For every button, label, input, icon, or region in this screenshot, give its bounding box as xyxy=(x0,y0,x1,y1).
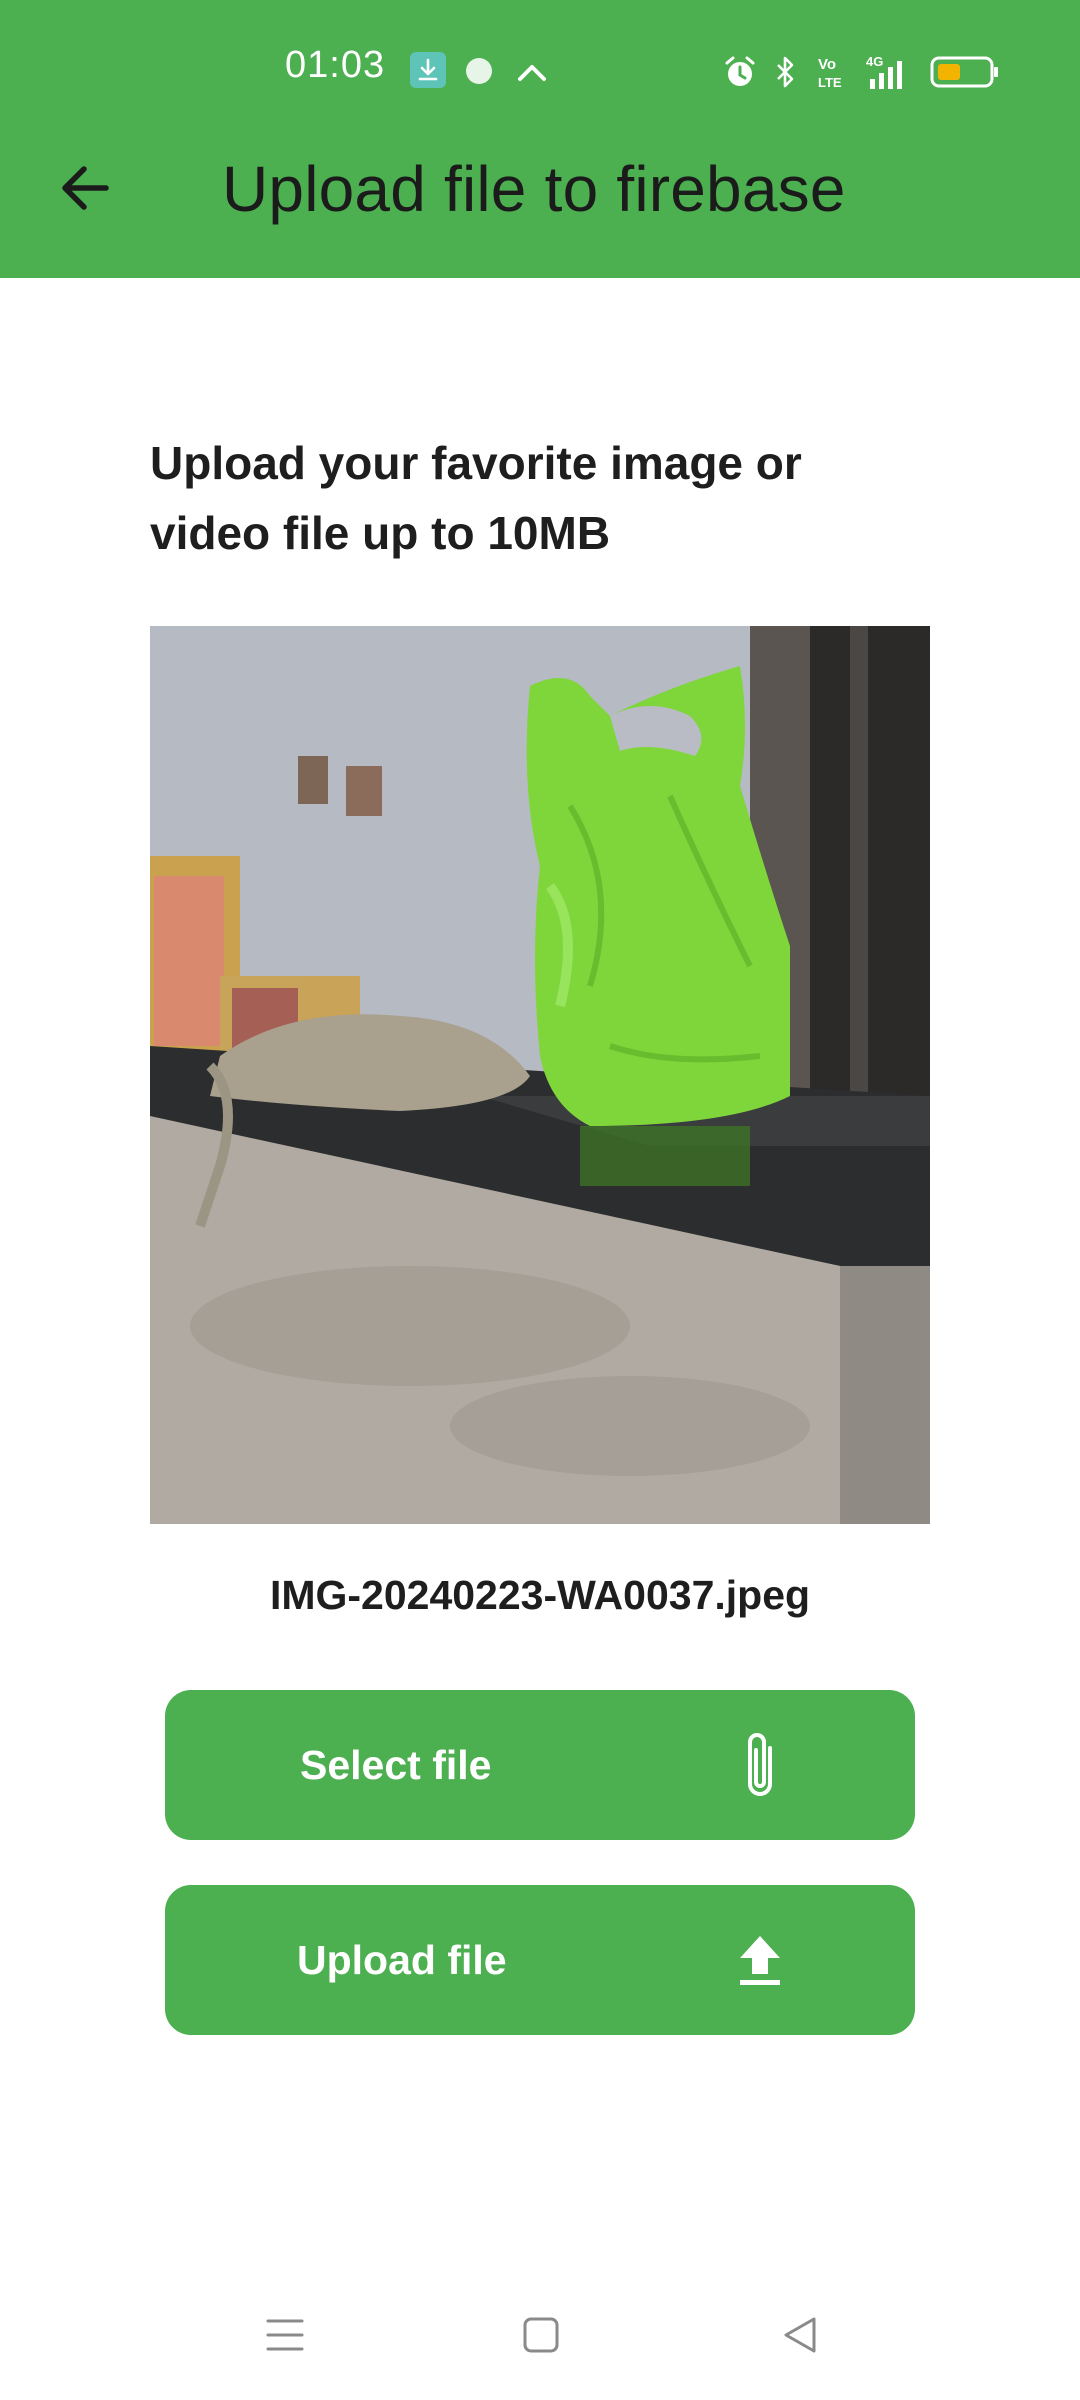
page-title: Upload file to firebase xyxy=(222,153,846,225)
select-file-label: Select file xyxy=(300,1741,492,1788)
upload-file-label: Upload file xyxy=(297,1936,507,1983)
system-navigation-bar xyxy=(0,2270,1080,2400)
app-notification-icon xyxy=(466,58,492,84)
home-icon[interactable] xyxy=(506,2300,576,2370)
back-button[interactable] xyxy=(46,152,122,228)
upload-icon xyxy=(735,1925,785,1995)
selected-file-name: IMG-20240223-WA0037.jpeg xyxy=(269,1572,811,1618)
arrow-back-icon xyxy=(58,164,110,217)
image-preview xyxy=(150,626,930,1524)
upload-instructions: Upload your favorite image or video file… xyxy=(150,437,802,559)
app-header: 01:03 Vo LTE 4G Upload file to firebase xyxy=(0,0,1080,278)
volte-icon: Vo LTE xyxy=(815,52,851,92)
back-triangle-icon[interactable] xyxy=(765,2300,835,2370)
battery-icon xyxy=(930,52,1000,92)
status-time: 01:03 xyxy=(285,44,386,86)
chevron-up-icon xyxy=(514,52,550,92)
download-icon xyxy=(410,52,446,88)
svg-text:4G: 4G xyxy=(866,54,883,69)
paperclip-icon xyxy=(735,1730,785,1800)
signal-4g-icon: 4G xyxy=(866,52,914,92)
select-file-button[interactable]: Select file xyxy=(165,1690,915,1840)
menu-icon[interactable] xyxy=(250,2300,320,2370)
status-bar: 01:03 Vo LTE 4G xyxy=(0,0,1080,142)
bluetooth-icon xyxy=(770,52,800,92)
svg-text:Vo: Vo xyxy=(818,56,836,73)
alarm-icon xyxy=(722,52,758,92)
svg-text:LTE: LTE xyxy=(818,75,842,90)
upload-file-button[interactable]: Upload file xyxy=(165,1885,915,2035)
